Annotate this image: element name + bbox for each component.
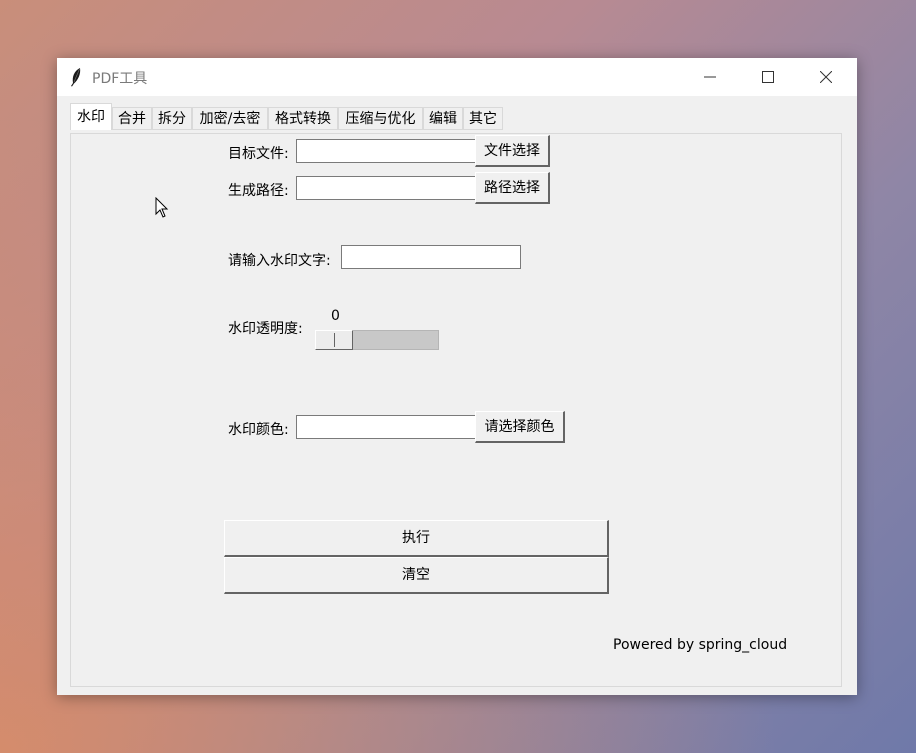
minimize-button[interactable]	[687, 58, 733, 96]
watermark-text-input[interactable]	[341, 245, 521, 269]
mouse-cursor-icon	[155, 197, 169, 218]
maximize-button[interactable]	[745, 58, 791, 96]
tab-watermark[interactable]: 水印	[70, 103, 112, 130]
title-bar[interactable]: PDF工具	[57, 58, 857, 96]
target-file-input[interactable]	[296, 139, 476, 163]
watermark-panel	[70, 133, 842, 687]
opacity-slider-handle[interactable]	[315, 330, 353, 350]
opacity-label: 水印透明度:	[228, 321, 303, 337]
path-select-button[interactable]: 路径选择	[475, 172, 550, 204]
color-input[interactable]	[296, 415, 476, 439]
tab-split[interactable]: 拆分	[152, 107, 192, 130]
watermark-text-label: 请输入水印文字:	[228, 253, 331, 269]
feather-icon	[71, 68, 81, 87]
tab-other[interactable]: 其它	[463, 107, 503, 130]
output-path-input[interactable]	[296, 176, 476, 200]
close-icon	[820, 71, 832, 83]
tab-merge[interactable]: 合并	[112, 107, 152, 130]
output-path-label: 生成路径:	[228, 183, 289, 199]
file-select-button[interactable]: 文件选择	[475, 135, 550, 167]
window-title: PDF工具	[92, 71, 148, 87]
app-window: PDF工具 水印 合并 拆分 加密/去密 格式转换 压缩与优化 编辑 其它 目标…	[57, 58, 857, 695]
minimize-icon	[704, 76, 716, 78]
tab-convert[interactable]: 格式转换	[268, 107, 338, 130]
tab-encrypt[interactable]: 加密/去密	[192, 107, 268, 130]
maximize-icon	[762, 71, 774, 83]
target-file-label: 目标文件:	[228, 146, 289, 162]
tab-compress[interactable]: 压缩与优化	[338, 107, 423, 130]
choose-color-button[interactable]: 请选择颜色	[475, 411, 565, 443]
close-button[interactable]	[803, 58, 849, 96]
execute-button[interactable]: 执行	[224, 520, 609, 557]
clear-button[interactable]: 清空	[224, 557, 609, 594]
footer-credit: Powered by spring_cloud	[613, 637, 788, 653]
color-label: 水印颜色:	[228, 422, 289, 438]
tab-edit[interactable]: 编辑	[423, 107, 463, 130]
opacity-value: 0	[331, 308, 340, 324]
